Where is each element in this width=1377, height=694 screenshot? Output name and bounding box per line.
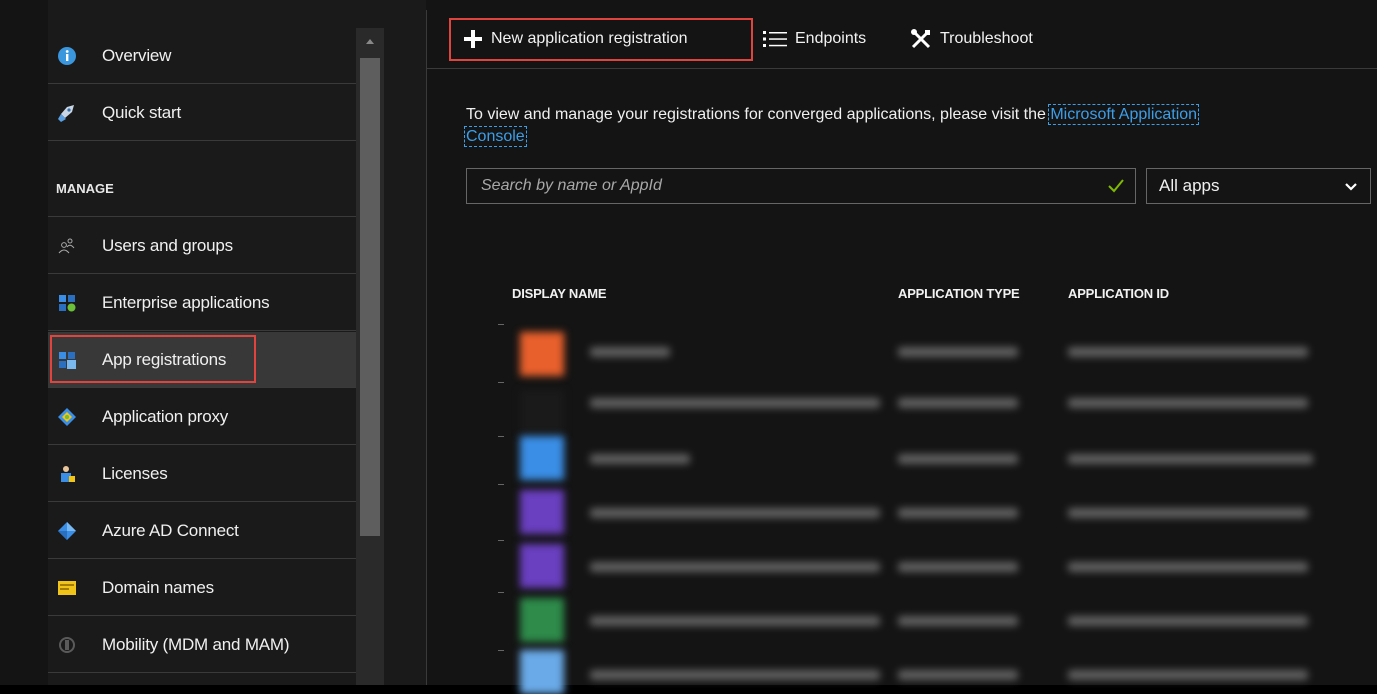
plus-icon [463,29,483,49]
sidebar-item-label: App registrations [102,349,227,369]
new-application-registration-button[interactable]: New application registration [463,20,688,58]
azure-ad-connect-icon [56,520,78,542]
app-icon [520,390,564,434]
mobility-icon [56,634,78,656]
scroll-up-arrow-icon[interactable] [356,28,384,54]
sidebar-item-domain-names[interactable]: Domain names [48,560,356,616]
new-application-registration-label: New application registration [491,30,688,47]
domain-names-icon [56,577,78,599]
app-icon [520,544,564,588]
notice-text: To view and manage your registrations fo… [466,106,1051,123]
sidebar-item-azure-ad-connect[interactable]: Azure AD Connect [48,503,356,559]
sidebar-item-label: Domain names [102,577,214,597]
endpoints-button[interactable]: Endpoints [763,20,866,58]
app-icon [520,490,564,534]
app-icon [520,598,564,642]
tools-icon [910,28,932,50]
sidebar-item-label: Mobility (MDM and MAM) [102,634,290,654]
app-icon [520,332,564,376]
converged-apps-notice: To view and manage your registrations fo… [464,104,1346,148]
app-filter-value: All apps [1159,176,1220,195]
app-registrations-icon [56,349,78,371]
application-proxy-icon [56,406,78,428]
sidebar-item-app-registrations[interactable]: App registrations [48,332,356,388]
list-icon [763,29,787,49]
sidebar-item-label: Enterprise applications [102,292,270,312]
scrollbar-thumb[interactable] [360,58,380,536]
sidebar-item-label: Quick start [102,102,182,122]
search-box [466,168,1136,204]
sidebar-item-application-proxy[interactable]: Application proxy [48,389,356,445]
sidebar-item-users-and-groups[interactable]: Users and groups [48,218,356,274]
app-icon [520,436,564,480]
licenses-icon [56,463,78,485]
sidebar-item-quick-start[interactable]: Quick start [48,85,356,141]
chevron-down-icon [1344,179,1358,199]
rocket-icon [56,102,78,124]
section-header-manage: MANAGE [48,161,356,217]
sidebar: Overview Quick start MANAGE Users and gr… [0,0,426,685]
toolbar: New application registration Endpoints T… [427,0,1377,69]
sidebar-item-label: Overview [102,45,172,65]
microsoft-application-console-link-cont[interactable]: Console [464,126,527,147]
app-icon [520,650,564,694]
panel-divider [426,10,427,685]
app-filter-dropdown[interactable]: All apps [1146,168,1371,204]
sidebar-item-label: Users and groups [102,235,233,255]
sidebar-item-label: Azure AD Connect [102,520,239,540]
enterprise-apps-icon [56,292,78,314]
sidebar-item-mobility[interactable]: Mobility (MDM and MAM) [48,617,356,673]
troubleshoot-label: Troubleshoot [940,30,1033,47]
column-header-application-id[interactable]: APPLICATION ID [1068,286,1169,301]
sidebar-item-overview[interactable]: Overview [48,28,356,84]
sidebar-item-licenses[interactable]: Licenses [48,446,356,502]
sidebar-scrollbar[interactable] [356,28,384,685]
column-header-display-name[interactable]: DISPLAY NAME [512,286,607,301]
search-input[interactable] [467,176,1083,196]
users-icon [56,235,78,257]
sidebar-item-label: Licenses [102,463,168,483]
microsoft-application-console-link[interactable]: Microsoft Application [1048,104,1200,125]
sidebar-item-label: Application proxy [102,406,229,426]
troubleshoot-button[interactable]: Troubleshoot [910,20,1033,58]
info-icon [56,45,78,67]
check-icon [1107,177,1125,200]
sidebar-item-enterprise-applications[interactable]: Enterprise applications [48,275,356,331]
column-header-application-type[interactable]: APPLICATION TYPE [898,286,1020,301]
azure-portal-window: Overview Quick start MANAGE Users and gr… [0,0,1377,694]
endpoints-label: Endpoints [795,30,867,47]
